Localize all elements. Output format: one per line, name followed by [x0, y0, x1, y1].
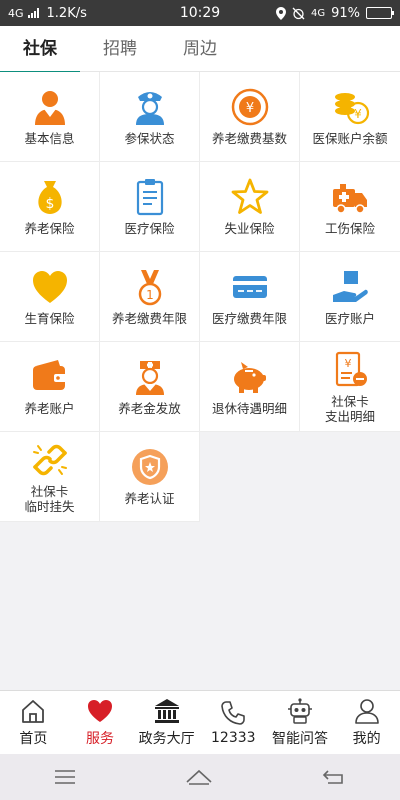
service-label: 退休待遇明细 [211, 401, 287, 416]
nav-label: 12333 [211, 730, 256, 746]
menu-icon[interactable] [54, 769, 76, 785]
system-nav-bar [0, 754, 400, 800]
service-item[interactable]: 退休待遇明细 [200, 342, 300, 432]
signal-icon [27, 8, 39, 18]
service-item[interactable]: 生育保险 [0, 252, 100, 342]
service-label: 参保状态 [124, 131, 175, 146]
service-item[interactable]: 社保卡 临时挂失 [0, 432, 100, 522]
service-label: 养老保险 [24, 221, 75, 236]
nav-item-4[interactable]: 智能问答 [267, 691, 334, 754]
network-speed: 1.2K/s [46, 5, 87, 21]
service-label: 养老缴费年限 [111, 311, 187, 326]
service-label: 失业保险 [224, 221, 275, 236]
nav-label: 智能问答 [271, 731, 328, 747]
tab-2[interactable]: 周边 [160, 26, 240, 72]
user-icon [353, 697, 381, 725]
nav-label: 政务大厅 [138, 731, 195, 747]
service-label: 社保卡 支出明细 [324, 393, 375, 424]
svg-text:¥: ¥ [245, 101, 253, 116]
bottom-nav: 首页 服务 政务大厅 12333 智能问答 我的 [0, 690, 400, 754]
person-icon [30, 87, 70, 127]
service-grid: 基本信息 参保状态 ¥ 养老缴费基数 ¥ 医保账户余额 $ 养老保险 医疗保险 失业保险 工伤保险生… [0, 72, 400, 522]
service-label: 医疗缴费年限 [211, 311, 287, 326]
nav-item-2[interactable]: 政务大厅 [133, 691, 200, 754]
shield-circle-icon [130, 447, 170, 487]
phone-icon [219, 699, 247, 727]
service-item[interactable]: $ 养老保险 [0, 162, 100, 252]
svg-text:¥: ¥ [345, 357, 352, 370]
service-label: 生育保险 [24, 311, 75, 326]
clipboard-icon [130, 177, 170, 217]
hand-box-icon [330, 267, 370, 307]
network-type-2: 4G [310, 7, 326, 19]
star-icon [230, 177, 270, 217]
service-item[interactable]: 医疗账户 [300, 252, 400, 342]
svg-text:¥: ¥ [354, 107, 362, 121]
service-item[interactable]: 参保状态 [100, 72, 200, 162]
service-item[interactable]: 医疗保险 [100, 162, 200, 252]
yen-circle-icon: ¥ [230, 87, 270, 127]
building-icon [153, 697, 181, 725]
service-label: 养老金发放 [118, 401, 181, 416]
home-icon [19, 697, 47, 725]
wallet-icon [30, 357, 70, 397]
service-item[interactable]: ¥ 医保账户余额 [300, 72, 400, 162]
location-icon [275, 6, 286, 20]
status-bar: 4G 1.2K/s 10:29 4G 91% [0, 0, 400, 26]
receipt-icon: ¥ [330, 350, 370, 390]
category-tabs: 社保 招聘 周边 [0, 26, 400, 73]
service-item[interactable]: 养老金发放 [100, 342, 200, 432]
status-time: 10:29 [179, 5, 221, 21]
service-item[interactable]: 基本信息 [0, 72, 100, 162]
ambulance-icon [330, 177, 370, 217]
service-label: 医疗账户 [324, 311, 375, 326]
service-label: 工伤保险 [324, 221, 375, 236]
service-item[interactable]: 医疗缴费年限 [200, 252, 300, 342]
service-label: 医保账户余额 [312, 131, 388, 146]
service-label: 基本信息 [24, 131, 75, 146]
piggy-bank-icon [230, 357, 270, 397]
service-item[interactable]: ¥ 养老缴费基数 [200, 72, 300, 162]
service-item[interactable]: 失业保险 [200, 162, 300, 252]
broken-link-icon [30, 440, 70, 480]
nurse-icon [130, 357, 170, 397]
service-label: 医疗保险 [124, 221, 175, 236]
nav-item-3[interactable]: 12333 [200, 691, 267, 754]
officer-icon [130, 87, 170, 127]
battery-icon [366, 7, 394, 19]
nav-item-0[interactable]: 首页 [0, 691, 67, 754]
service-item[interactable]: 工伤保险 [300, 162, 400, 252]
back-icon[interactable] [322, 769, 346, 785]
coins-icon: ¥ [330, 87, 370, 127]
heart-icon [86, 697, 114, 725]
tab-1[interactable]: 招聘 [80, 26, 160, 72]
nav-label: 我的 [352, 731, 381, 747]
svg-text:1: 1 [146, 288, 154, 302]
home-key-icon[interactable] [185, 768, 213, 786]
money-bag-icon: $ [30, 177, 70, 217]
nav-item-1[interactable]: 服务 [67, 691, 134, 754]
service-label: 养老缴费基数 [211, 131, 287, 146]
status-left: 4G 1.2K/s [8, 6, 158, 21]
nav-item-5[interactable]: 我的 [333, 691, 400, 754]
card-icon [230, 267, 270, 307]
tab-0[interactable]: 社保 [0, 26, 80, 73]
svg-text:$: $ [45, 196, 54, 212]
service-item[interactable]: 养老账户 [0, 342, 100, 432]
service-label: 养老认证 [124, 491, 175, 506]
robot-icon [286, 697, 314, 725]
service-label: 养老账户 [24, 401, 75, 416]
nav-label: 首页 [19, 731, 48, 747]
service-item[interactable]: 1 养老缴费年限 [100, 252, 200, 342]
service-item[interactable]: 养老认证 [100, 432, 200, 522]
battery-percent: 91% [331, 5, 360, 21]
service-item[interactable]: ¥ 社保卡 支出明细 [300, 342, 400, 432]
network-type: 4G [8, 6, 24, 20]
heart-icon [30, 267, 70, 307]
nav-label: 服务 [85, 731, 114, 747]
alarm-off-icon [292, 7, 305, 19]
medal-icon: 1 [130, 267, 170, 307]
status-right: 4G 91% [242, 5, 394, 21]
service-label: 社保卡 临时挂失 [24, 483, 75, 514]
